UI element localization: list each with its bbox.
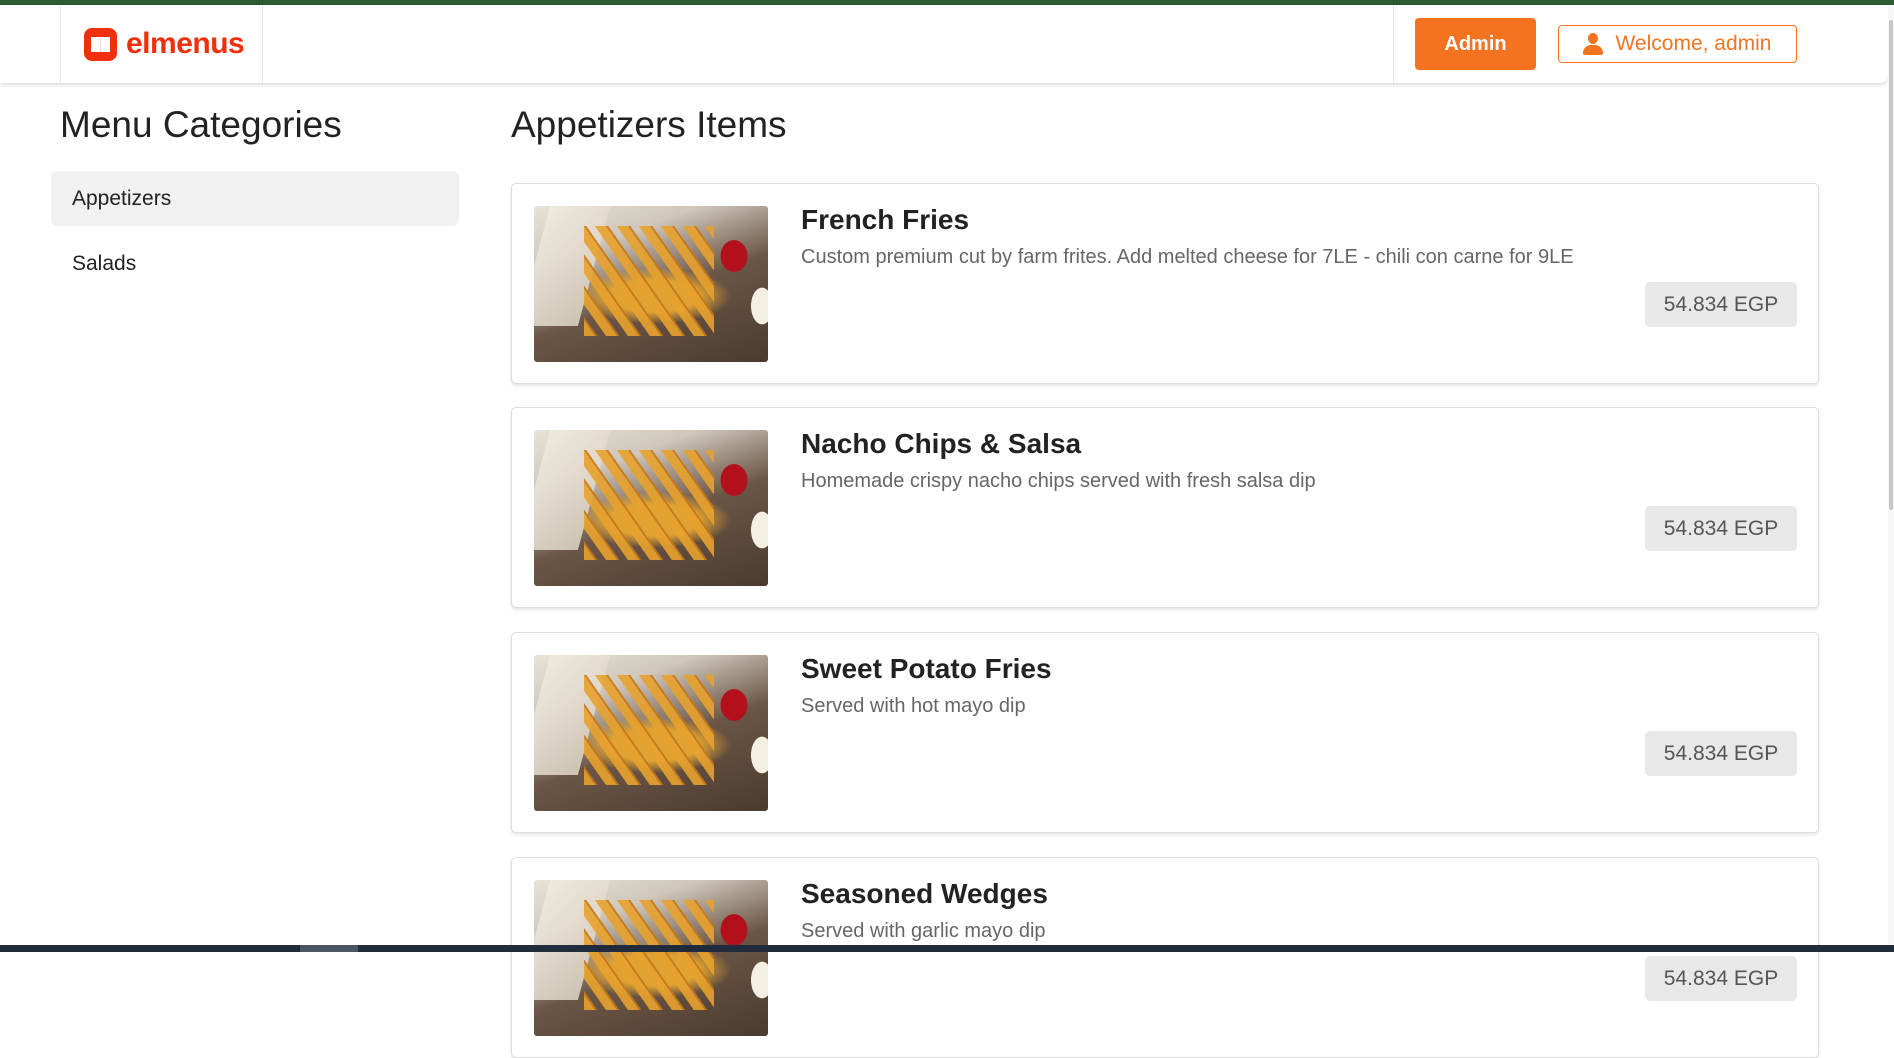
item-name: Sweet Potato Fries: [801, 653, 1052, 684]
scrollbar-thumb[interactable]: [1889, 20, 1893, 510]
item-description: Served with garlic mayo dip: [801, 920, 1046, 942]
taskbar-item[interactable]: [300, 945, 358, 952]
food-image: [534, 655, 768, 811]
price-badge: 54.834 EGP: [1645, 506, 1797, 551]
welcome-label: Welcome, admin: [1615, 32, 1772, 55]
page-title: Appetizers Items: [511, 104, 787, 145]
price-badge: 54.834 EGP: [1645, 282, 1797, 327]
item-description: Custom premium cut by farm frites. Add m…: [801, 246, 1574, 268]
food-image: [534, 880, 768, 1036]
taskbar: [0, 945, 1894, 952]
menu-item-card[interactable]: Sweet Potato Fries Served with hot mayo …: [511, 632, 1819, 833]
item-name: French Fries: [801, 204, 970, 235]
user-icon: [1583, 33, 1604, 55]
sidebar-item-salads[interactable]: Salads: [51, 236, 459, 291]
item-description: Homemade crispy nacho chips served with …: [801, 470, 1316, 492]
divider: [262, 5, 263, 83]
menu-item-card[interactable]: Nacho Chips & Salsa Homemade crispy nach…: [511, 407, 1819, 608]
divider: [1393, 5, 1394, 83]
price-badge: 54.834 EGP: [1645, 731, 1797, 776]
item-description: Served with hot mayo dip: [801, 695, 1026, 717]
sidebar-item-appetizers[interactable]: Appetizers: [51, 171, 459, 226]
food-image: [534, 206, 768, 362]
menu-item-card[interactable]: Seasoned Wedges Served with garlic mayo …: [511, 857, 1819, 1058]
welcome-user-button[interactable]: Welcome, admin: [1558, 25, 1797, 63]
sidebar-title: Menu Categories: [60, 104, 342, 145]
divider: [60, 5, 61, 83]
food-image: [534, 430, 768, 586]
book-icon: [84, 27, 117, 61]
logo-link[interactable]: elmenus: [84, 27, 245, 61]
item-name: Seasoned Wedges: [801, 878, 1048, 909]
item-name: Nacho Chips & Salsa: [801, 428, 1082, 459]
logo-text: elmenus: [126, 27, 245, 60]
menu-item-card[interactable]: French Fries Custom premium cut by farm …: [511, 183, 1819, 384]
admin-button[interactable]: Admin: [1415, 18, 1536, 70]
price-badge: 54.834 EGP: [1645, 956, 1797, 1001]
